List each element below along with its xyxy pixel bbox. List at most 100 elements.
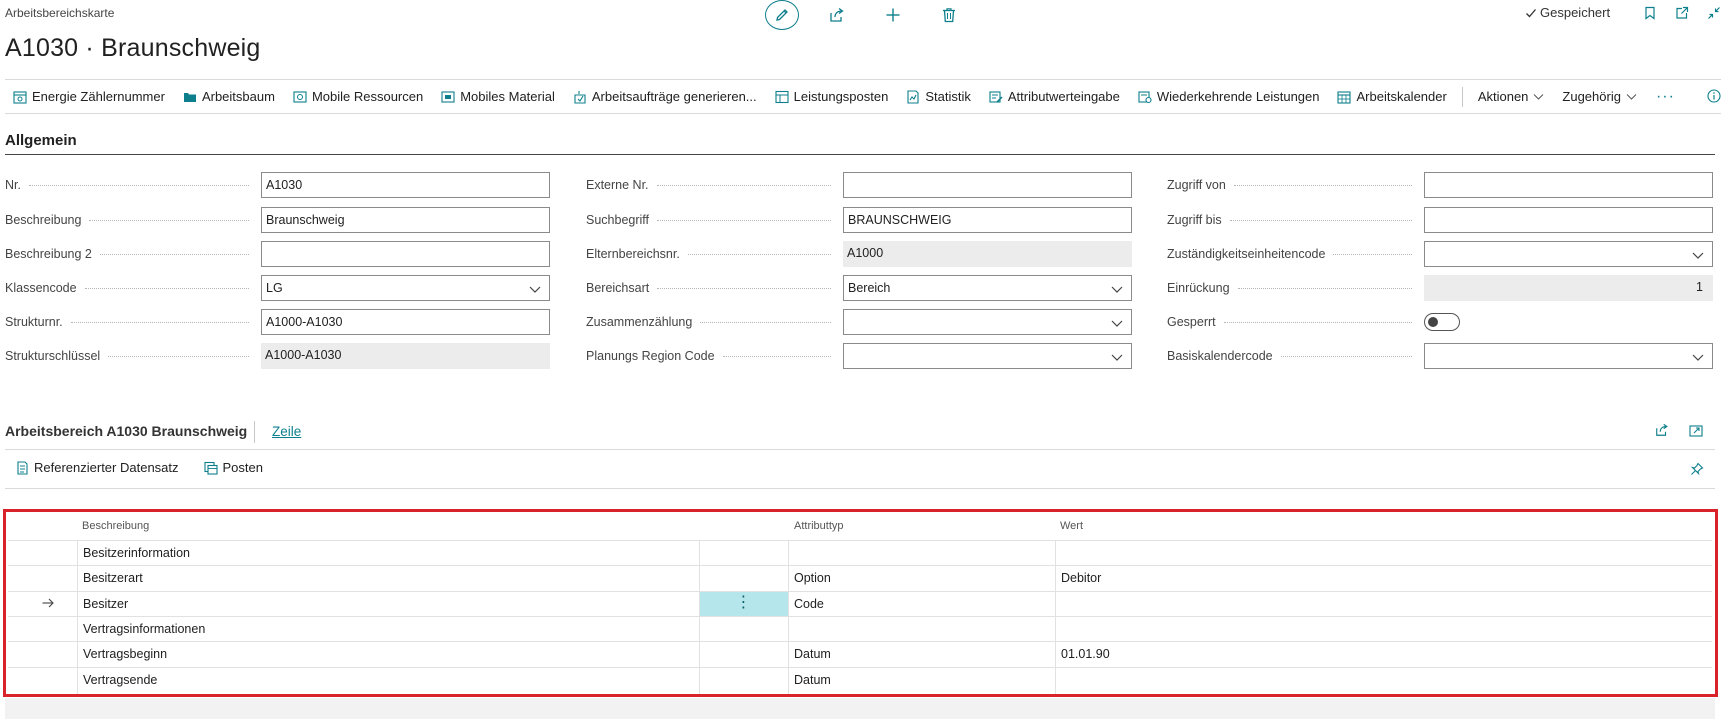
action-energie-zaehlernummer[interactable]: Energie Zählernummer — [5, 80, 174, 113]
dropdown-chevron — [1691, 248, 1705, 265]
field-label: Externe Nr. — [586, 178, 649, 192]
field-leader-dots — [89, 220, 249, 221]
field-leader-dots — [29, 185, 249, 186]
dropdown-chevron — [528, 282, 542, 299]
page-caption: Arbeitsbereichskarte — [5, 6, 115, 20]
field-leader-dots — [1224, 322, 1412, 323]
info-icon — [1707, 89, 1721, 103]
folder-icon — [183, 92, 196, 102]
subpage-actions: Referenzierter Datensatz Posten — [16, 460, 263, 475]
delete-button[interactable] — [931, 0, 967, 30]
action-arbeitsauftraege-generieren[interactable]: Arbeitsaufträge generieren... — [564, 80, 766, 113]
action-referenzierter-datensatz[interactable]: Referenzierter Datensatz — [16, 460, 179, 475]
text-field[interactable]: BRAUNSCHWEIG — [843, 207, 1132, 233]
chevron-down-icon — [1111, 286, 1123, 293]
text-field[interactable] — [1424, 207, 1713, 233]
generate-icon — [574, 90, 586, 104]
readonly-field: 1 — [1424, 275, 1713, 301]
text-field[interactable]: Braunschweig — [261, 207, 550, 233]
edit-icon — [776, 9, 788, 21]
dropdown-field[interactable]: Bereich — [843, 275, 1132, 301]
attribute-icon — [989, 90, 1003, 103]
action-label: Statistik — [925, 89, 971, 104]
action-attributwerteingabe[interactable]: Attributwerteingabe — [980, 80, 1129, 113]
field-leader-dots — [108, 356, 249, 357]
action-mobiles-material[interactable]: Mobiles Material — [432, 80, 564, 113]
chevron-down-icon — [529, 286, 541, 293]
entries-icon — [203, 461, 218, 475]
open-in-new-window-icon — [1676, 6, 1689, 19]
bookmark-icon — [1645, 6, 1655, 20]
check-icon — [1526, 8, 1536, 17]
field-leader-dots — [1234, 185, 1412, 186]
action-wiederkehrende-leistungen[interactable]: Wiederkehrende Leistungen — [1129, 80, 1329, 113]
chevron-down-icon — [1111, 320, 1123, 327]
subpage-share-button[interactable] — [1655, 423, 1669, 440]
edit-button[interactable] — [765, 0, 799, 30]
action-label: Mobile Ressourcen — [311, 89, 424, 104]
dropdown-field[interactable]: LG — [261, 275, 550, 301]
add-icon — [886, 8, 900, 22]
text-field[interactable] — [261, 241, 550, 267]
save-status: Gespeichert — [1525, 5, 1610, 20]
toggle-switch[interactable] — [1424, 313, 1460, 331]
info-button[interactable] — [1707, 89, 1721, 106]
text-field[interactable] — [843, 172, 1132, 198]
text-field[interactable]: A1000-A1030 — [261, 309, 550, 335]
subpage-divider — [5, 449, 1715, 450]
action-posten[interactable]: Posten — [203, 460, 263, 475]
bookmark-button[interactable] — [1640, 3, 1660, 23]
line-menu-link[interactable]: Zeile — [272, 424, 301, 439]
menu-aktionen[interactable]: Aktionen — [1469, 80, 1554, 113]
subpage-expand-button[interactable] — [1689, 423, 1703, 440]
text-field[interactable] — [1424, 172, 1713, 198]
field-leader-dots — [723, 356, 831, 357]
text-field[interactable]: A1030 — [261, 172, 550, 198]
field-leader-dots — [85, 288, 249, 289]
share-button[interactable] — [819, 0, 855, 30]
highlight-frame — [3, 509, 1718, 697]
field-label: Einrückung — [1167, 281, 1230, 295]
dropdown-field[interactable] — [843, 309, 1132, 335]
action-statistik[interactable]: Statistik — [897, 80, 980, 113]
field-value: LG — [266, 281, 283, 295]
dropdown-chevron — [1691, 350, 1705, 367]
section-divider — [5, 154, 1715, 155]
field-value: Braunschweig — [266, 213, 345, 227]
field-value: A1000-A1030 — [266, 315, 343, 329]
menu-zugehoerig[interactable]: Zugehörig — [1553, 80, 1646, 113]
field-leader-dots — [1333, 254, 1412, 255]
action-leistungsposten[interactable]: Leistungsposten — [766, 80, 898, 113]
dropdown-field[interactable] — [1424, 343, 1713, 369]
field-label: Zusammenzählung — [586, 315, 693, 329]
header-actions — [765, 0, 987, 30]
pin-button[interactable] — [1690, 462, 1704, 479]
field-value: A1000-A1030 — [265, 348, 342, 362]
action-label: Mobiles Material — [460, 89, 555, 104]
field-label: Strukturschlüssel — [5, 349, 101, 363]
open-new-window-button[interactable] — [1672, 3, 1692, 23]
dropdown-field[interactable] — [1424, 241, 1713, 267]
action-label: Leistungsposten — [793, 89, 889, 104]
field-label: Zugriff von — [1167, 178, 1226, 192]
field-leader-dots — [688, 254, 831, 255]
more-options-button[interactable]: ··· — [1646, 88, 1685, 106]
share-icon — [1656, 423, 1668, 436]
field-value: 1 — [1696, 280, 1703, 294]
document-icon — [17, 460, 28, 475]
new-button[interactable] — [875, 0, 911, 30]
entries-icon — [775, 90, 789, 103]
action-label: Energie Zählernummer — [32, 89, 165, 104]
collapse-button[interactable] — [1704, 3, 1721, 23]
action-arbeitsbaum[interactable]: Arbeitsbaum — [174, 80, 284, 113]
meter-icon — [13, 90, 27, 104]
field-label: Basiskalendercode — [1167, 349, 1273, 363]
recurring-icon — [1138, 90, 1152, 103]
field-value: A1030 — [266, 178, 303, 192]
action-bar: Energie Zählernummer Arbeitsbaum Mobile … — [5, 79, 1721, 114]
dropdown-field[interactable] — [843, 343, 1132, 369]
action-label: Arbeitskalender — [1356, 89, 1447, 104]
field-label: Zuständigkeitseinheitencode — [1167, 247, 1326, 261]
action-arbeitskalender[interactable]: Arbeitskalender — [1328, 80, 1455, 113]
action-mobile-ressourcen[interactable]: Mobile Ressourcen — [284, 80, 432, 113]
